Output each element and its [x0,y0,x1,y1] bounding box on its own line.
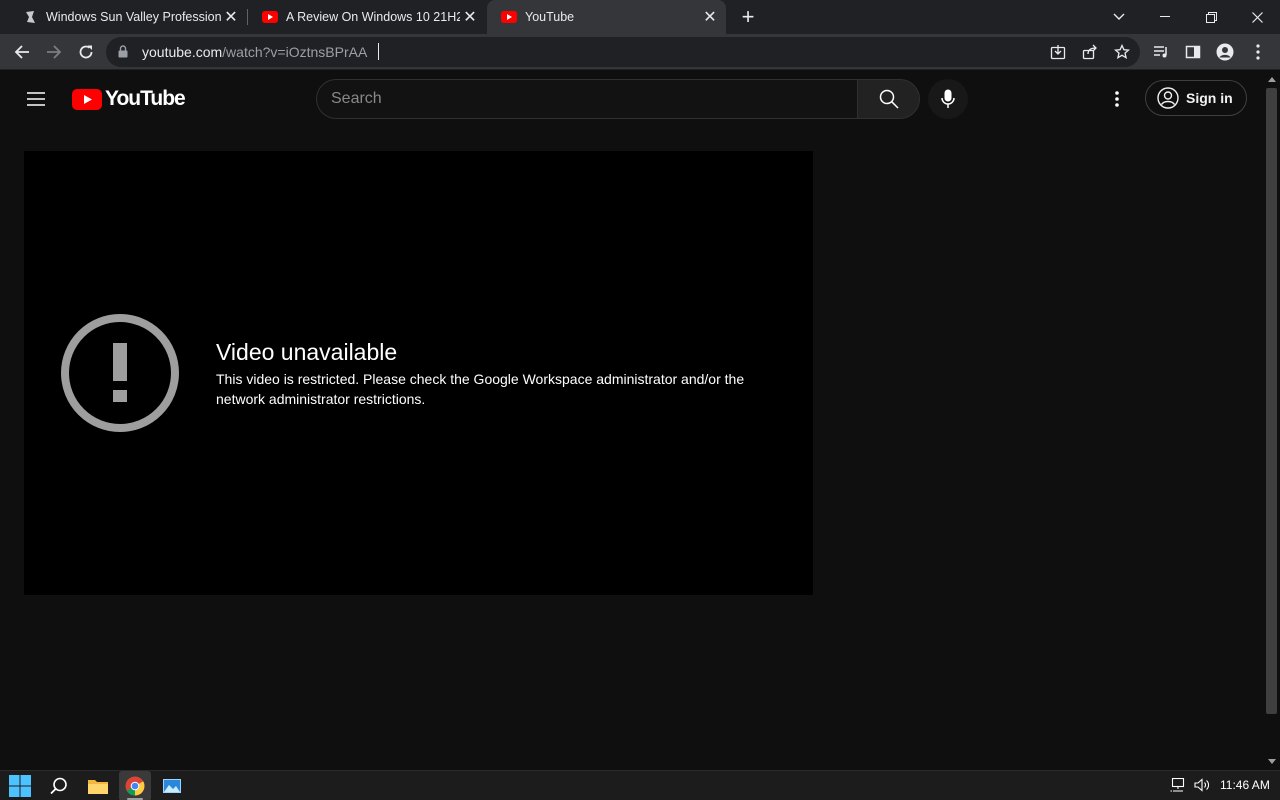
minimize-button[interactable] [1142,0,1188,34]
photos-icon[interactable] [160,774,184,798]
restore-button[interactable] [1188,0,1234,34]
scroll-down-arrow-icon[interactable] [1268,759,1276,764]
error-exclamation-icon [60,313,180,433]
install-app-icon[interactable] [1050,44,1066,60]
scroll-thumb[interactable] [1266,88,1277,714]
volume-icon[interactable] [1194,778,1210,797]
error-title: Video unavailable [216,339,398,365]
share-icon[interactable] [1082,44,1098,60]
text-cursor [378,43,379,60]
forward-button[interactable] [40,38,68,66]
tab-title: YouTube [525,10,575,24]
youtube-wordmark: YouTube [105,87,186,110]
tab-title: Windows Sun Valley Professional [46,10,221,24]
profile-button[interactable] [1211,38,1239,66]
url-text: youtube.com/watch?v=iOztnsBPrAA [142,44,367,60]
account-circle-icon [1157,87,1179,109]
media-control-button[interactable] [1147,38,1175,66]
tab-strip: Windows Sun Valley Professional ✕ A Revi… [0,0,1280,34]
chrome-icon[interactable] [123,774,147,798]
youtube-favicon-icon [501,9,517,25]
close-window-button[interactable] [1234,0,1280,34]
windows-favicon-icon [22,9,38,25]
new-tab-button[interactable]: + [736,4,760,29]
back-arrow-icon [14,45,29,59]
tab-title: A Review On Windows 10 21H2 ( [286,10,460,24]
close-tab-icon[interactable]: ✕ [221,7,241,27]
media-queue-icon [1154,46,1167,58]
forward-arrow-icon [47,45,62,59]
hamburger-menu-icon [27,92,45,106]
close-tab-icon[interactable]: ✕ [460,7,480,27]
back-button[interactable] [8,38,36,66]
page-scrollbar[interactable] [1264,71,1280,770]
tab-search-chevron-icon[interactable] [1096,0,1142,34]
kebab-menu-icon [1256,44,1260,60]
screen: Windows Sun Valley Professional ✕ A Revi… [0,0,1280,800]
guide-menu-button[interactable] [24,87,48,111]
youtube-play-logo-icon [72,88,102,110]
youtube-favicon-icon [262,9,278,25]
search-box [316,79,857,119]
tab-windows-sun-valley[interactable]: Windows Sun Valley Professional ✕ [8,0,247,34]
network-icon[interactable] [1170,777,1186,797]
sign-in-button[interactable]: Sign in [1145,80,1247,116]
vertical-dots-icon [1115,91,1119,107]
microphone-icon [941,89,955,108]
youtube-masthead: YouTube Sign in [0,71,1264,127]
search-button[interactable] [857,79,920,119]
sign-in-label: Sign in [1186,90,1233,106]
settings-more-button[interactable] [1105,87,1129,111]
search-icon[interactable] [47,774,71,798]
file-explorer-icon[interactable] [86,774,110,798]
tab-review-windows-10[interactable]: A Review On Windows 10 21H2 ( ✕ [248,0,486,34]
error-message: This video is restricted. Please check t… [216,371,745,407]
profile-avatar-icon [1216,43,1234,61]
close-tab-icon[interactable]: ✕ [700,7,720,27]
url-path: /watch?v=iOztnsBPrAA [222,44,368,60]
side-panel-button[interactable] [1179,38,1207,66]
search-icon [879,89,899,109]
youtube-logo[interactable]: YouTube [72,87,186,110]
taskbar-clock[interactable]: 11:46 AM [1220,778,1270,792]
address-bar[interactable]: youtube.com/watch?v=iOztnsBPrAA [106,37,1140,67]
start-icon[interactable] [8,774,32,798]
reload-icon [79,45,93,59]
side-panel-icon [1185,45,1201,59]
lock-icon[interactable] [118,45,128,63]
voice-search-button[interactable] [928,79,968,119]
url-host: youtube.com [142,44,223,60]
reload-button[interactable] [72,38,100,66]
tab-youtube[interactable]: YouTube ✕ [487,0,726,34]
search-input[interactable] [331,80,831,118]
browser-menu-button[interactable] [1244,38,1272,66]
video-player[interactable]: Video unavailable This video is restrict… [24,151,813,595]
bookmark-star-icon[interactable] [1113,43,1131,60]
windows-taskbar: 11:46 AM [0,770,1280,800]
scroll-up-arrow-icon[interactable] [1268,77,1276,82]
browser-toolbar: youtube.com/watch?v=iOztnsBPrAA [0,34,1280,70]
